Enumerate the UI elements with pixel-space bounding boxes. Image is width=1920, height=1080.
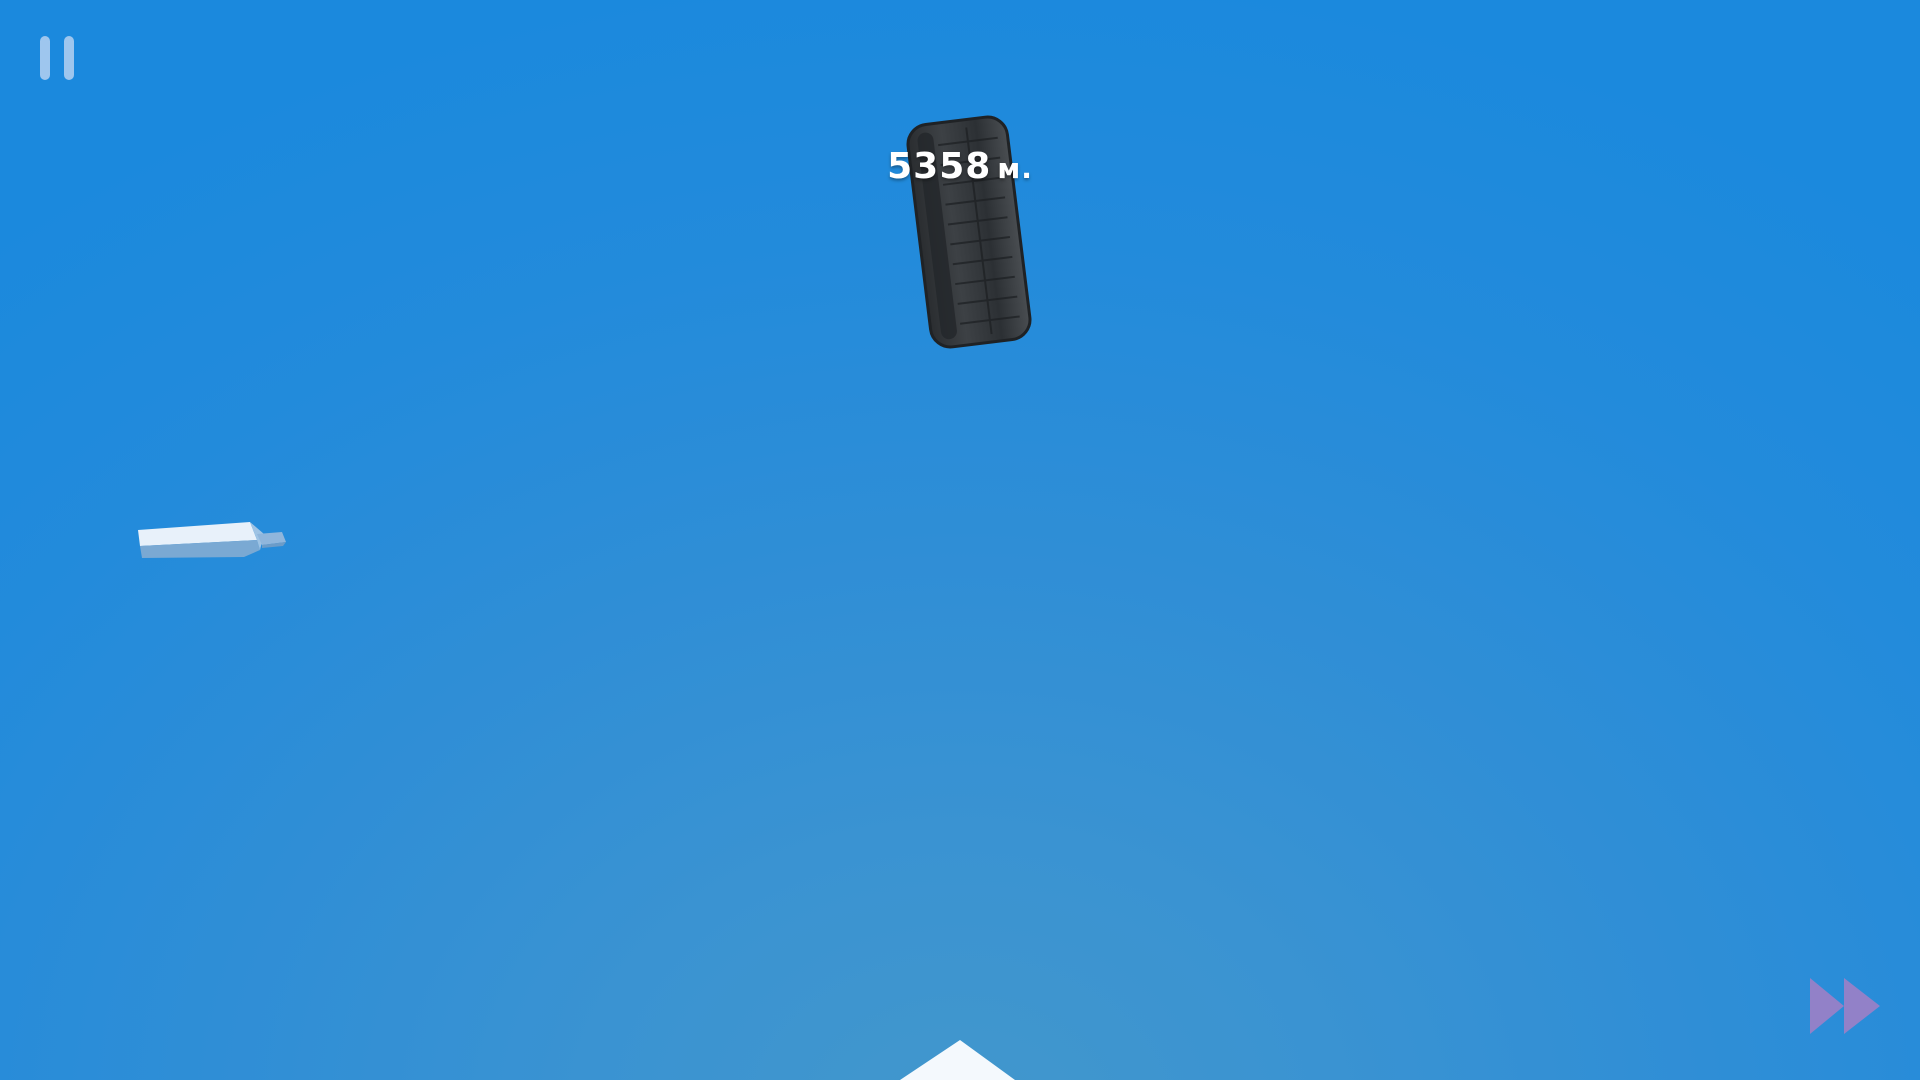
- fast-forward-icon: [1810, 978, 1880, 1034]
- distance-readout: 5358 м.: [760, 146, 1160, 187]
- distance-value: 5358: [887, 146, 992, 187]
- fast-forward-button[interactable]: [1806, 974, 1886, 1038]
- pause-button[interactable]: [38, 34, 80, 82]
- distance-unit: м.: [997, 152, 1033, 185]
